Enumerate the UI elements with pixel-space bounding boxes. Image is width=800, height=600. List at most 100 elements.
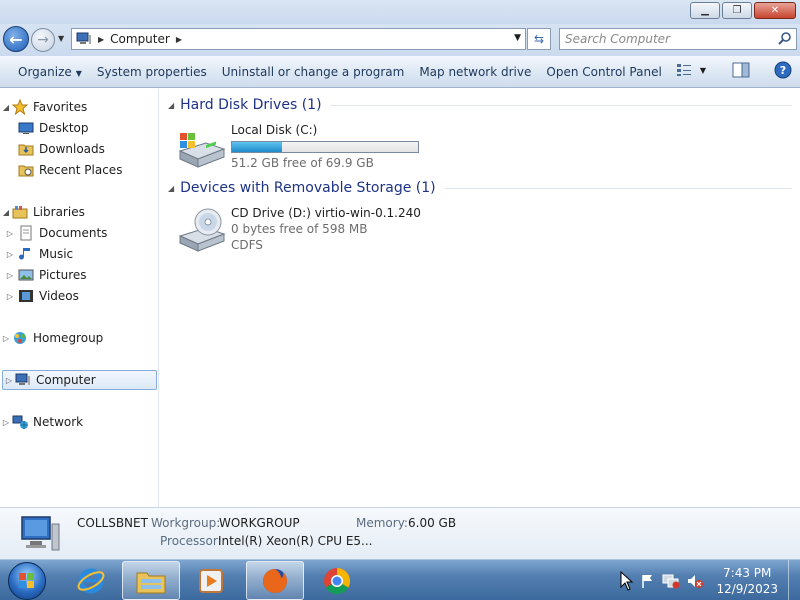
network-status-icon[interactable] bbox=[662, 573, 680, 589]
minimize-button[interactable]: ▁ bbox=[690, 2, 720, 19]
svg-text:?: ? bbox=[780, 64, 786, 77]
hard-drive-icon bbox=[178, 133, 226, 168]
workgroup-value: WORKGROUP bbox=[219, 516, 300, 530]
back-button[interactable]: ← bbox=[3, 26, 29, 52]
recent-pages-dropdown[interactable]: ▼ bbox=[58, 34, 64, 43]
folder-icon bbox=[136, 572, 166, 593]
nav-libraries[interactable]: ◢ Libraries bbox=[0, 202, 158, 222]
windows-logo-icon bbox=[19, 573, 34, 588]
close-button[interactable]: ✕ bbox=[754, 2, 796, 19]
breadcrumb-chevron-icon[interactable]: ▶ bbox=[176, 35, 182, 44]
network-icon bbox=[12, 415, 28, 429]
minimize-icon: ▁ bbox=[701, 5, 709, 16]
computer-icon bbox=[76, 32, 91, 44]
processor-label: Processor: bbox=[160, 534, 222, 548]
star-icon bbox=[12, 99, 28, 115]
processor-value: Intel(R) Xeon(R) CPU E5... bbox=[218, 534, 373, 548]
videos-icon bbox=[19, 290, 33, 302]
chevron-down-icon: ▼ bbox=[75, 68, 82, 78]
collapsed-icon[interactable]: ▷ bbox=[4, 271, 16, 280]
group-removable-storage[interactable]: ◢ Devices with Removable Storage (1) bbox=[168, 180, 792, 196]
breadcrumb-separator-icon[interactable]: ▶ bbox=[98, 35, 104, 44]
nav-desktop[interactable]: Desktop bbox=[0, 118, 158, 138]
drive-free-space: 51.2 GB free of 69.9 GB bbox=[231, 156, 374, 170]
show-desktop-button[interactable] bbox=[788, 560, 800, 600]
breadcrumb-computer[interactable]: Computer bbox=[110, 32, 170, 46]
cd-drive-icon bbox=[178, 208, 226, 252]
nav-documents[interactable]: ▷ Documents bbox=[0, 223, 158, 243]
collapsed-icon[interactable]: ▷ bbox=[4, 292, 16, 301]
start-button[interactable] bbox=[8, 562, 46, 600]
system-properties-button[interactable]: System properties bbox=[97, 65, 222, 79]
nav-downloads[interactable]: Downloads bbox=[0, 139, 158, 159]
collapsed-icon[interactable]: ▷ bbox=[4, 250, 16, 259]
collapsed-icon[interactable]: ▷ bbox=[3, 376, 15, 385]
maximize-button[interactable]: ❐ bbox=[722, 2, 752, 19]
drive-usage-fill bbox=[232, 142, 282, 152]
forward-button[interactable]: → bbox=[31, 28, 55, 52]
taskbar-media-player[interactable] bbox=[182, 561, 240, 600]
taskbar-internet-explorer[interactable] bbox=[62, 561, 120, 600]
help-icon[interactable]: ? bbox=[774, 61, 792, 79]
workgroup-label: Workgroup: bbox=[151, 516, 221, 530]
nav-computer[interactable]: ▷ Computer bbox=[2, 370, 157, 390]
refresh-icon: ⇆ bbox=[533, 32, 545, 46]
nav-network[interactable]: ▷ Network bbox=[0, 412, 158, 432]
collapsed-icon[interactable]: ▷ bbox=[0, 418, 12, 427]
taskbar: 7:43 PM 12/9/2023 bbox=[0, 559, 800, 600]
drive-name: CD Drive (D:) virtio-win-0.1.240 bbox=[231, 206, 421, 220]
nav-pictures[interactable]: ▷ Pictures bbox=[0, 265, 158, 285]
nav-favorites[interactable]: ◢ Favorites bbox=[0, 97, 158, 117]
nav-homegroup[interactable]: ▷ Homegroup bbox=[0, 328, 158, 348]
expanded-icon[interactable]: ◢ bbox=[168, 101, 174, 110]
system-tray bbox=[620, 560, 704, 600]
drive-free-space: 0 bytes free of 598 MB bbox=[231, 222, 368, 236]
nav-music[interactable]: ▷ Music bbox=[0, 244, 158, 264]
computer-icon bbox=[15, 373, 30, 385]
media-player-icon bbox=[199, 568, 223, 593]
taskbar-windows-explorer[interactable] bbox=[122, 561, 180, 600]
organize-menu[interactable]: Organize ▼ bbox=[0, 65, 97, 79]
nav-videos[interactable]: ▷ Videos bbox=[0, 286, 158, 306]
taskbar-chrome[interactable] bbox=[308, 561, 366, 600]
action-center-flag-icon[interactable] bbox=[640, 573, 656, 589]
change-view-button[interactable]: ▼ bbox=[676, 63, 706, 77]
recent-places-icon bbox=[18, 165, 34, 177]
desktop-icon bbox=[18, 122, 34, 134]
drive-file-system: CDFS bbox=[231, 238, 263, 252]
restore-icon: ❐ bbox=[732, 5, 742, 16]
view-controls: ▼ ? bbox=[676, 61, 792, 79]
clock-time: 7:43 PM bbox=[723, 566, 772, 580]
memory-label: Memory: bbox=[356, 516, 408, 530]
search-icon[interactable] bbox=[777, 31, 793, 47]
address-dropdown-icon[interactable]: ▼ bbox=[514, 33, 521, 43]
documents-icon bbox=[20, 225, 32, 241]
chevron-down-icon[interactable]: ▼ bbox=[700, 66, 706, 75]
map-network-drive-button[interactable]: Map network drive bbox=[419, 65, 546, 79]
details-pane: COLLSBNET Workgroup: WORKGROUP Memory: 6… bbox=[0, 507, 800, 559]
open-control-panel-button[interactable]: Open Control Panel bbox=[546, 65, 676, 79]
drive-local-disk[interactable]: Local Disk (C:) 51.2 GB free of 69.9 GB bbox=[176, 123, 419, 172]
search-input[interactable] bbox=[565, 30, 777, 48]
preview-pane-icon[interactable] bbox=[732, 62, 750, 78]
view-list-icon bbox=[676, 64, 691, 76]
taskbar-firefox[interactable] bbox=[246, 561, 304, 600]
group-hard-disk-drives[interactable]: ◢ Hard Disk Drives (1) bbox=[168, 97, 792, 113]
expanded-icon[interactable]: ◢ bbox=[0, 208, 12, 217]
address-bar[interactable]: ▶ Computer ▶ ▼ bbox=[71, 28, 526, 50]
address-row: ← → ▼ ▶ Computer ▶ ▼ ⇆ bbox=[0, 24, 800, 56]
expanded-icon[interactable]: ◢ bbox=[0, 103, 12, 112]
volume-muted-icon[interactable] bbox=[686, 573, 704, 589]
downloads-folder-icon bbox=[18, 144, 34, 156]
libraries-icon bbox=[12, 206, 28, 219]
refresh-button[interactable]: ⇆ bbox=[527, 28, 551, 50]
drive-cd[interactable]: CD Drive (D:) virtio-win-0.1.240 0 bytes… bbox=[176, 206, 421, 254]
pictures-icon bbox=[18, 269, 34, 281]
clock[interactable]: 7:43 PM 12/9/2023 bbox=[716, 565, 778, 597]
drive-name: Local Disk (C:) bbox=[231, 123, 318, 137]
expanded-icon[interactable]: ◢ bbox=[168, 184, 174, 193]
nav-recent-places[interactable]: Recent Places bbox=[0, 160, 158, 180]
collapsed-icon[interactable]: ▷ bbox=[0, 334, 12, 343]
collapsed-icon[interactable]: ▷ bbox=[4, 229, 16, 238]
uninstall-program-button[interactable]: Uninstall or change a program bbox=[222, 65, 420, 79]
